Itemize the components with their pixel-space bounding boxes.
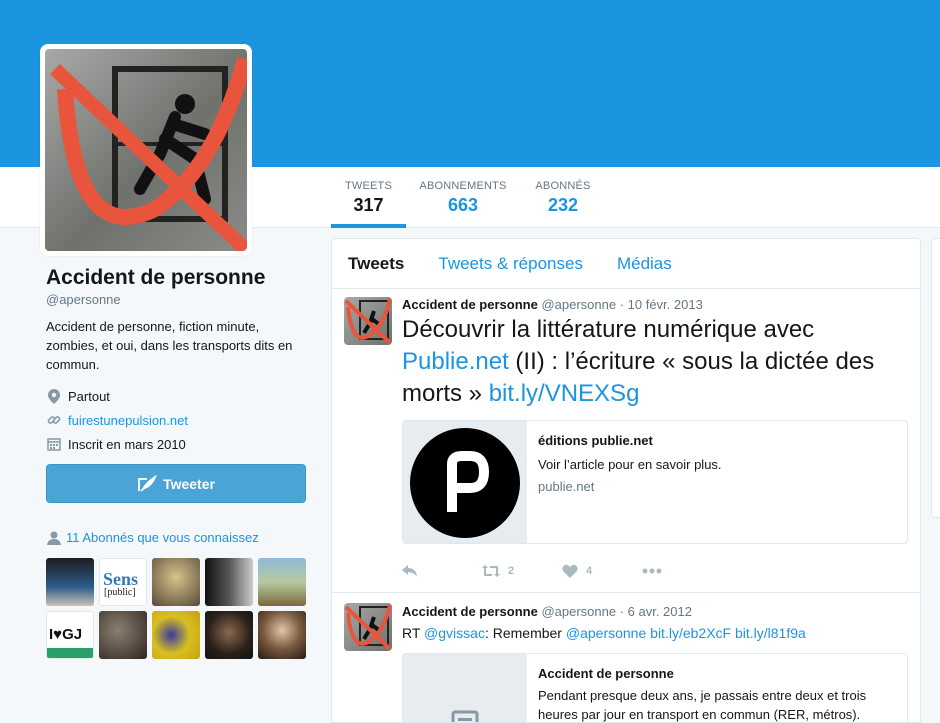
i-love-gj-logo: I♥GJ xyxy=(49,626,83,643)
tweet-link[interactable]: bit.ly/l81f9a xyxy=(735,625,806,641)
retweet-count: 2 xyxy=(508,565,515,577)
timeline-tabs: Tweets Tweets & réponses Médias xyxy=(332,239,920,289)
follower-avatar[interactable] xyxy=(152,611,200,659)
follower-avatar[interactable] xyxy=(205,611,253,659)
link-card[interactable]: éditions publie.net Voir l’article pour … xyxy=(402,420,908,544)
tweet-avatar[interactable] xyxy=(344,603,392,651)
card-title: éditions publie.net xyxy=(538,433,653,448)
profile-location: Partout xyxy=(46,388,308,404)
tab-tweets-replies[interactable]: Tweets & réponses xyxy=(438,254,583,274)
profile-card: Accident de personne @apersonne Accident… xyxy=(46,266,308,452)
tweet-header: Accident de personne @apersonne · 6 avr.… xyxy=(402,604,908,619)
nav-following[interactable]: ABONNEMENTS 663 xyxy=(414,167,512,228)
nav-followers[interactable]: ABONNÉS 232 xyxy=(528,167,598,228)
card-image-placeholder xyxy=(403,654,527,722)
location-pin-icon xyxy=(46,388,62,404)
profile-handle[interactable]: @apersonne xyxy=(46,292,308,307)
profile-website: fuirestunepulsion.net xyxy=(46,412,308,428)
known-followers-link[interactable]: 11 Abonnés que vous connaissez xyxy=(46,530,259,545)
nav-tweets[interactable]: TWEETS 317 xyxy=(331,167,406,228)
tweet-author-name[interactable]: Accident de personne xyxy=(402,604,538,619)
card-url: publie.net xyxy=(538,479,595,494)
tab-tweets[interactable]: Tweets xyxy=(348,254,404,274)
follower-avatar[interactable] xyxy=(205,558,253,606)
follower-avatar[interactable] xyxy=(258,558,306,606)
known-followers-grid: Sens [public] I♥GJ xyxy=(46,558,308,659)
retweet-button[interactable]: 2 xyxy=(482,565,562,577)
tweet[interactable]: Accident de personne @apersonne · 6 avr.… xyxy=(332,593,920,722)
calendar-icon xyxy=(46,436,62,452)
card-image xyxy=(403,421,527,543)
tweet-header: Accident de personne @apersonne · 10 fév… xyxy=(402,297,908,312)
link-card[interactable]: Accident de personne Pendant presque deu… xyxy=(402,653,908,722)
tweet-date[interactable]: · 6 avr. 2012 xyxy=(620,604,692,619)
tweet-text: RT @gvissac: Remember @apersonne bit.ly/… xyxy=(402,625,806,641)
tweet-date[interactable]: · 10 févr. 2013 xyxy=(620,297,703,312)
profile-joined: Inscrit en mars 2010 xyxy=(46,436,308,452)
tweet-link[interactable]: bit.ly/eb2XcF xyxy=(650,625,731,641)
tweet-link[interactable]: Publie.net xyxy=(402,348,509,375)
like-button[interactable]: 4 xyxy=(562,564,642,578)
more-dots-icon xyxy=(642,568,662,574)
publie-net-logo xyxy=(410,428,520,538)
tweet-author-handle[interactable]: @apersonne xyxy=(541,604,616,619)
reply-icon xyxy=(402,565,417,577)
no-escape-sign-image xyxy=(45,49,247,251)
retweet-icon xyxy=(482,565,500,577)
card-title: Accident de personne xyxy=(538,666,674,681)
like-count: 4 xyxy=(586,565,593,577)
profile-name[interactable]: Accident de personne xyxy=(46,266,308,290)
follower-avatar[interactable]: Sens [public] xyxy=(99,558,147,606)
tweet-text: Découvrir la littérature numérique avec … xyxy=(402,316,875,407)
tweet-actions: 2 4 xyxy=(402,564,662,578)
follower-avatar[interactable]: I♥GJ xyxy=(46,611,94,659)
card-description: Voir l’article pour en savoir plus. xyxy=(538,457,722,472)
profile-bio: Accident de personne, fiction minute, zo… xyxy=(46,319,293,372)
follower-avatar[interactable] xyxy=(258,611,306,659)
right-sidebar-module xyxy=(931,238,940,518)
heart-icon xyxy=(562,564,578,578)
tweet-to-button[interactable]: Tweeter xyxy=(46,464,306,503)
tab-media[interactable]: Médias xyxy=(617,254,672,274)
follower-avatar[interactable] xyxy=(46,558,94,606)
more-button[interactable] xyxy=(642,568,662,574)
tweet-author-handle[interactable]: @apersonne xyxy=(541,297,616,312)
compose-quill-icon xyxy=(138,474,157,492)
tweet-link[interactable]: bit.ly/VNEXSg xyxy=(489,380,640,407)
follower-avatar[interactable] xyxy=(99,611,147,659)
mention-link[interactable]: @apersonne xyxy=(566,625,646,641)
tweet[interactable]: Accident de personne @apersonne · 10 fév… xyxy=(332,289,920,593)
timeline: Tweets Tweets & réponses Médias Accident… xyxy=(331,238,921,723)
tweet-author-name[interactable]: Accident de personne xyxy=(402,297,538,312)
reply-button[interactable] xyxy=(402,565,482,577)
follower-avatar[interactable] xyxy=(152,558,200,606)
tweet-avatar[interactable] xyxy=(344,297,392,345)
profile-avatar[interactable] xyxy=(40,44,252,256)
article-icon xyxy=(451,710,479,722)
user-icon xyxy=(47,531,61,545)
card-description: Pendant presque deux ans, je passais ent… xyxy=(538,688,867,722)
link-icon xyxy=(46,412,62,428)
website-link[interactable]: fuirestunepulsion.net xyxy=(68,413,188,428)
mention-link[interactable]: @gvissac xyxy=(424,625,485,641)
